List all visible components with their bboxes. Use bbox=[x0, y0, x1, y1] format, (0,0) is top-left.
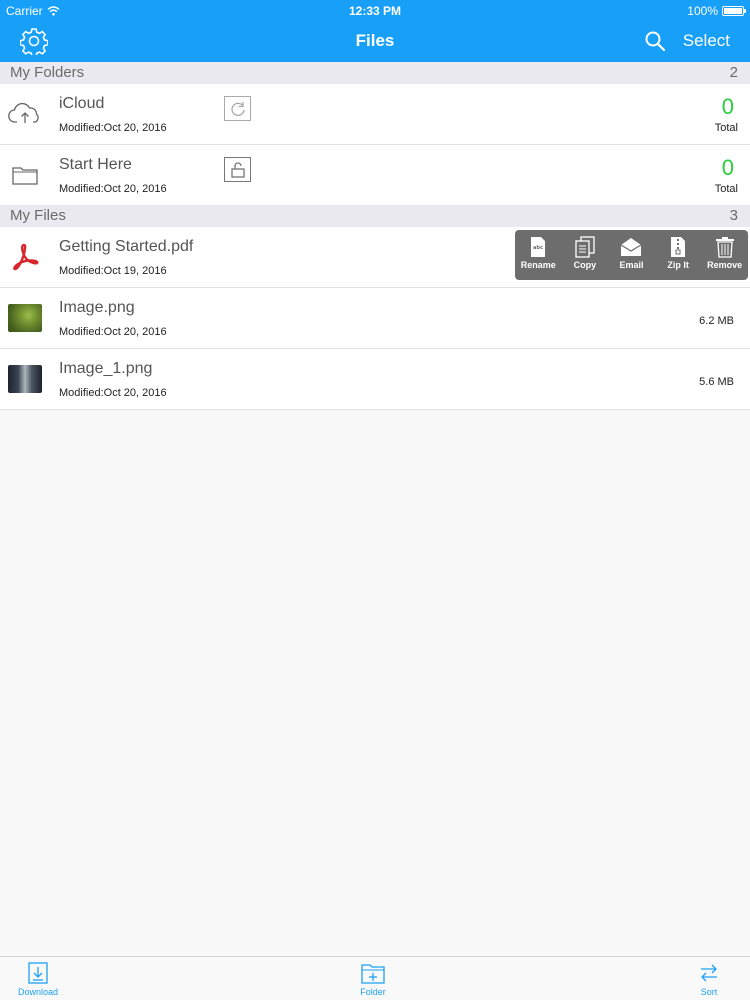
sort-label: Sort bbox=[700, 987, 718, 997]
file-name: Image.png bbox=[59, 299, 135, 316]
file-size: 5.6 MB bbox=[699, 376, 734, 388]
sort-icon bbox=[701, 964, 717, 982]
file-action-menu: abc Rename Copy Email Zip It Remove bbox=[515, 230, 748, 280]
unlock-icon[interactable] bbox=[224, 157, 251, 182]
folder-total-count: 0 bbox=[721, 94, 734, 119]
remove-button[interactable]: Remove bbox=[701, 230, 748, 280]
add-folder-icon bbox=[361, 964, 385, 984]
bottom-toolbar: Download Folder Sort bbox=[0, 956, 750, 1000]
file-modified: Modified:Oct 19, 2016 bbox=[59, 265, 167, 277]
section-count: 2 bbox=[729, 64, 738, 81]
section-count: 3 bbox=[729, 207, 738, 224]
pdf-icon bbox=[8, 243, 42, 271]
folder-tab[interactable]: Folder bbox=[360, 961, 386, 997]
folder-total-label: Total bbox=[714, 122, 738, 134]
select-button[interactable]: Select bbox=[683, 31, 730, 51]
section-header-folders: My Folders 2 bbox=[0, 62, 750, 84]
folder-icon bbox=[8, 161, 42, 189]
page-title: Files bbox=[355, 31, 395, 50]
rename-icon: abc bbox=[531, 237, 546, 257]
folder-row-icloud[interactable]: iCloud Modified:Oct 20, 2016 0 Total bbox=[0, 84, 750, 145]
file-modified: Modified:Oct 20, 2016 bbox=[59, 326, 167, 338]
battery-percent: 100% bbox=[687, 4, 718, 18]
email-label: Email bbox=[619, 260, 644, 270]
copy-icon bbox=[575, 236, 595, 258]
section-label: My Files bbox=[10, 207, 66, 224]
folder-name: iCloud bbox=[59, 95, 105, 112]
zip-icon bbox=[671, 237, 686, 257]
top-bar: Carrier 12:33 PM 100% Files Select bbox=[0, 0, 750, 62]
download-label: Download bbox=[18, 987, 59, 997]
status-bar: Carrier 12:33 PM 100% bbox=[0, 0, 750, 22]
image-thumbnail bbox=[8, 365, 42, 393]
trash-icon bbox=[715, 237, 734, 258]
image-thumbnail bbox=[8, 304, 42, 332]
section-label: My Folders bbox=[10, 64, 85, 81]
status-battery: 100% bbox=[687, 4, 746, 18]
folder-total-label: Total bbox=[714, 183, 738, 195]
file-modified: Modified:Oct 20, 2016 bbox=[59, 387, 167, 399]
rename-label: Rename bbox=[520, 260, 556, 270]
file-name: Getting Started.pdf bbox=[59, 238, 194, 255]
copy-label: Copy bbox=[573, 260, 597, 270]
folder-name: Start Here bbox=[59, 156, 132, 173]
rename-button[interactable]: abc Rename bbox=[515, 230, 562, 280]
file-row-image-1[interactable]: Image_1.png Modified:Oct 20, 2016 5.6 MB bbox=[0, 349, 750, 410]
sort-tab[interactable]: Sort bbox=[698, 961, 720, 997]
cloud-upload-icon bbox=[8, 100, 42, 128]
folder-row-start-here[interactable]: Start Here Modified:Oct 20, 2016 0 Total bbox=[0, 145, 750, 206]
email-icon bbox=[621, 238, 642, 256]
svg-text:abc: abc bbox=[533, 245, 543, 251]
email-button[interactable]: Email bbox=[608, 230, 655, 280]
zip-button[interactable]: Zip It bbox=[655, 230, 702, 280]
file-row-image[interactable]: Image.png Modified:Oct 20, 2016 6.2 MB bbox=[0, 288, 750, 349]
status-time: 12:33 PM bbox=[348, 4, 402, 18]
battery-icon bbox=[722, 6, 746, 16]
file-name: Image_1.png bbox=[59, 360, 153, 377]
section-header-files: My Files 3 bbox=[0, 205, 750, 227]
search-icon[interactable] bbox=[644, 30, 666, 52]
folder-modified: Modified:Oct 20, 2016 bbox=[59, 122, 167, 134]
download-tab[interactable]: Download bbox=[18, 961, 58, 997]
file-size: 6.2 MB bbox=[699, 315, 734, 327]
download-icon bbox=[28, 962, 48, 984]
folder-label: Folder bbox=[360, 987, 386, 997]
folder-modified: Modified:Oct 20, 2016 bbox=[59, 183, 167, 195]
remove-label: Remove bbox=[707, 260, 743, 270]
refresh-icon[interactable] bbox=[224, 96, 251, 121]
copy-button[interactable]: Copy bbox=[562, 230, 609, 280]
folder-total-count: 0 bbox=[721, 155, 734, 180]
zip-label: Zip It bbox=[667, 260, 689, 270]
